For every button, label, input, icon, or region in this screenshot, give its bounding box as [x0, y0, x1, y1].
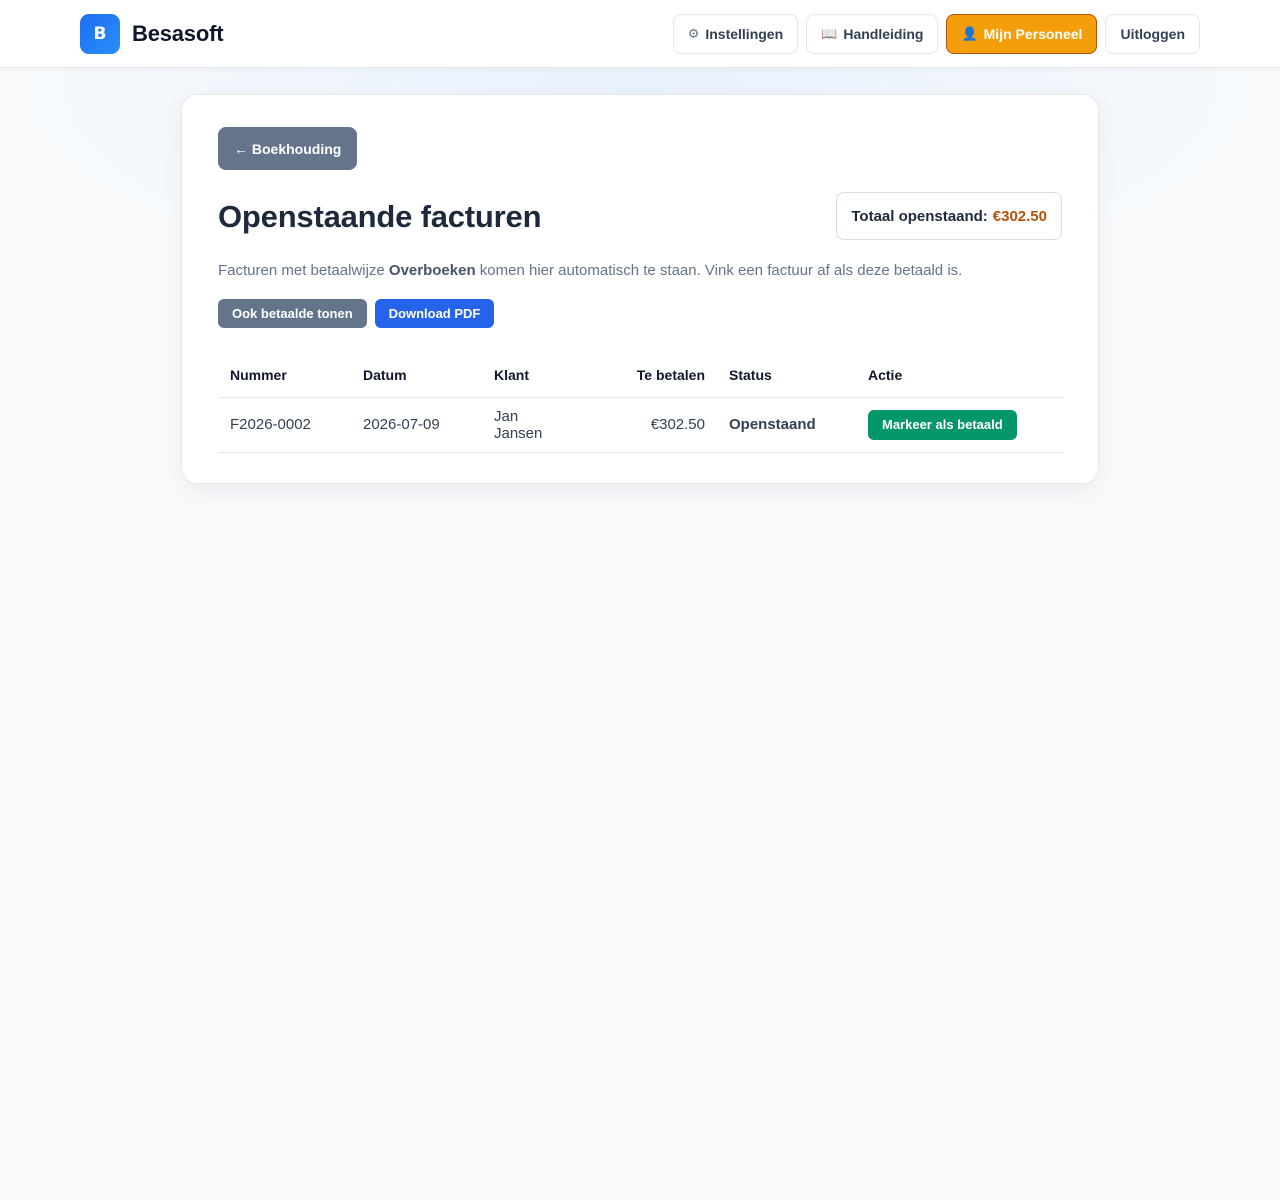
total-outstanding-box: Totaal openstaand: €302.50: [836, 192, 1062, 240]
column-header-client: Klant: [482, 353, 578, 398]
invoices-table: Nummer Datum Klant Te betalen Status Act…: [218, 353, 1064, 453]
filter-actions: Ook betaalde tonen Download PDF: [218, 299, 495, 328]
total-outstanding-label: Totaal openstaand:: [851, 207, 988, 225]
header-nav: ⚙ Instellingen 📖 Handleiding 👤 Mijn Pers…: [672, 14, 1200, 54]
my-staff-button[interactable]: 👤 Mijn Personeel: [946, 14, 1098, 54]
page-title: Openstaande facturen: [218, 199, 542, 234]
total-outstanding-amount: €302.50: [992, 207, 1047, 225]
invoice-amount: €302.50: [578, 397, 717, 453]
intro-text-end: komen hier automatisch te staan. Vink ee…: [475, 262, 963, 279]
logout-button[interactable]: Uitloggen: [1105, 14, 1200, 54]
invoice-date: 2026-07-09: [351, 397, 482, 453]
table-header-row: Nummer Datum Klant Te betalen Status Act…: [218, 353, 1064, 398]
column-header-action: Actie: [856, 353, 1064, 398]
settings-button[interactable]: ⚙ Instellingen: [672, 14, 799, 54]
show-paid-button[interactable]: Ook betaalde tonen: [218, 299, 367, 328]
settings-button-label: Instellingen: [705, 26, 784, 42]
intro-text-start: Facturen met betaalwijze: [218, 262, 389, 279]
manual-button-label: Handleiding: [843, 26, 924, 42]
invoice-action-cell: Markeer als betaald: [856, 397, 1064, 453]
manual-button[interactable]: 📖 Handleiding: [806, 14, 939, 54]
column-header-date: Datum: [351, 353, 482, 398]
download-pdf-button[interactable]: Download PDF: [374, 299, 495, 328]
brand[interactable]: B Besasoft: [80, 14, 224, 54]
table-row: F2026-0002 2026-07-09 Jan Jansen €302.50…: [218, 397, 1064, 453]
column-header-amount: Te betalen: [578, 353, 717, 398]
intro-text: Facturen met betaalwijze Overboeken kome…: [218, 262, 962, 279]
invoices-card: ← Boekhouding Openstaande facturen Totaa…: [181, 94, 1099, 484]
brand-name: Besasoft: [132, 21, 224, 46]
column-header-number: Nummer: [218, 353, 351, 398]
back-to-accounting-button[interactable]: ← Boekhouding: [218, 127, 358, 170]
person-icon: 👤: [961, 26, 978, 42]
invoice-client: Jan Jansen: [482, 397, 578, 453]
gear-icon: ⚙: [687, 26, 700, 42]
invoice-number: F2026-0002: [218, 397, 351, 453]
book-icon: 📖: [821, 26, 838, 42]
top-navigation-bar: B Besasoft ⚙ Instellingen 📖 Handleiding …: [0, 0, 1280, 68]
brand-logo: B: [80, 14, 120, 54]
column-header-status: Status: [717, 353, 856, 398]
my-staff-button-label: Mijn Personeel: [983, 26, 1083, 42]
invoice-status: Openstaand: [717, 397, 856, 453]
intro-text-bold: Overboeken: [388, 262, 476, 279]
mark-as-paid-button[interactable]: Markeer als betaald: [868, 409, 1017, 440]
